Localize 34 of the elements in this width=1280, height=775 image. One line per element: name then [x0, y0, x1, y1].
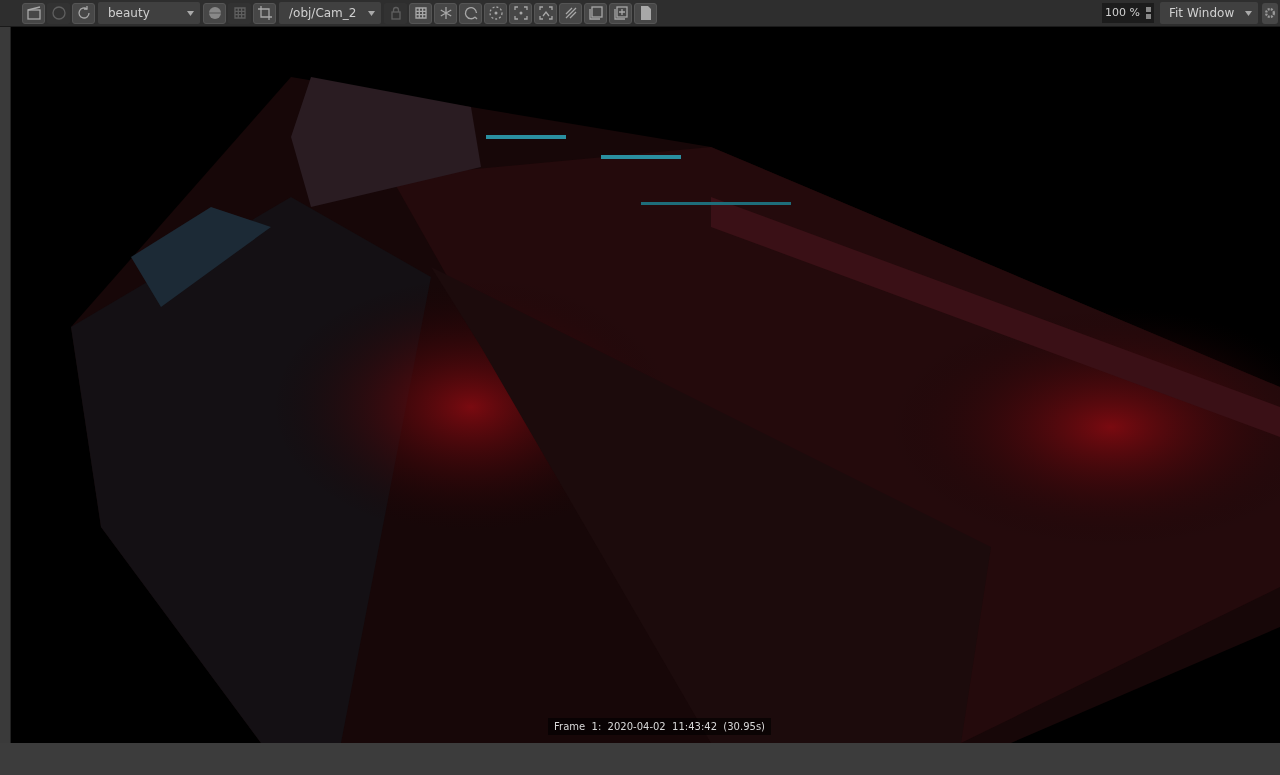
toolbar-button[interactable] — [72, 2, 95, 24]
spinner-icon[interactable] — [1146, 7, 1151, 19]
disc-icon — [49, 4, 68, 22]
zoom-value: 100 % — [1105, 4, 1140, 21]
add-layer-icon — [611, 4, 630, 22]
toolbar-button[interactable] — [253, 2, 276, 24]
toolbar-button[interactable] — [22, 2, 45, 24]
toolbar-button[interactable] — [203, 2, 226, 24]
dropdown[interactable]: /obj/Cam_2 — [279, 2, 381, 24]
dropdown[interactable]: beauty — [98, 2, 200, 24]
frame-info: Frame 1: 2020-04-02 11:43:42 (30.95s) — [548, 718, 771, 735]
dotted-circle-icon — [486, 4, 505, 22]
toolbar-button[interactable] — [584, 2, 607, 24]
settings-button[interactable] — [1262, 2, 1278, 24]
zoom-field[interactable]: 100 % — [1102, 3, 1154, 23]
clapper-icon — [24, 4, 43, 22]
settings-icon — [1263, 6, 1277, 20]
toolbar-button[interactable] — [434, 2, 457, 24]
toolbar-button[interactable] — [509, 2, 532, 24]
toolbar-button[interactable] — [409, 2, 432, 24]
toolbar-button[interactable] — [634, 2, 657, 24]
caret-icon — [368, 10, 375, 16]
toolbar-button[interactable] — [609, 2, 632, 24]
toolbar-button[interactable] — [459, 2, 482, 24]
focus-icon — [511, 4, 530, 22]
crop-icon — [255, 4, 274, 22]
dropdown[interactable]: Fit Window — [1160, 2, 1258, 24]
frame-icon — [536, 4, 555, 22]
caret-icon — [187, 10, 194, 16]
toolbar-button[interactable] — [559, 2, 582, 24]
toolbar-button[interactable] — [534, 2, 557, 24]
caret-icon — [1245, 10, 1252, 16]
image-stack-icon — [586, 4, 605, 22]
toolbar-button[interactable] — [484, 2, 507, 24]
